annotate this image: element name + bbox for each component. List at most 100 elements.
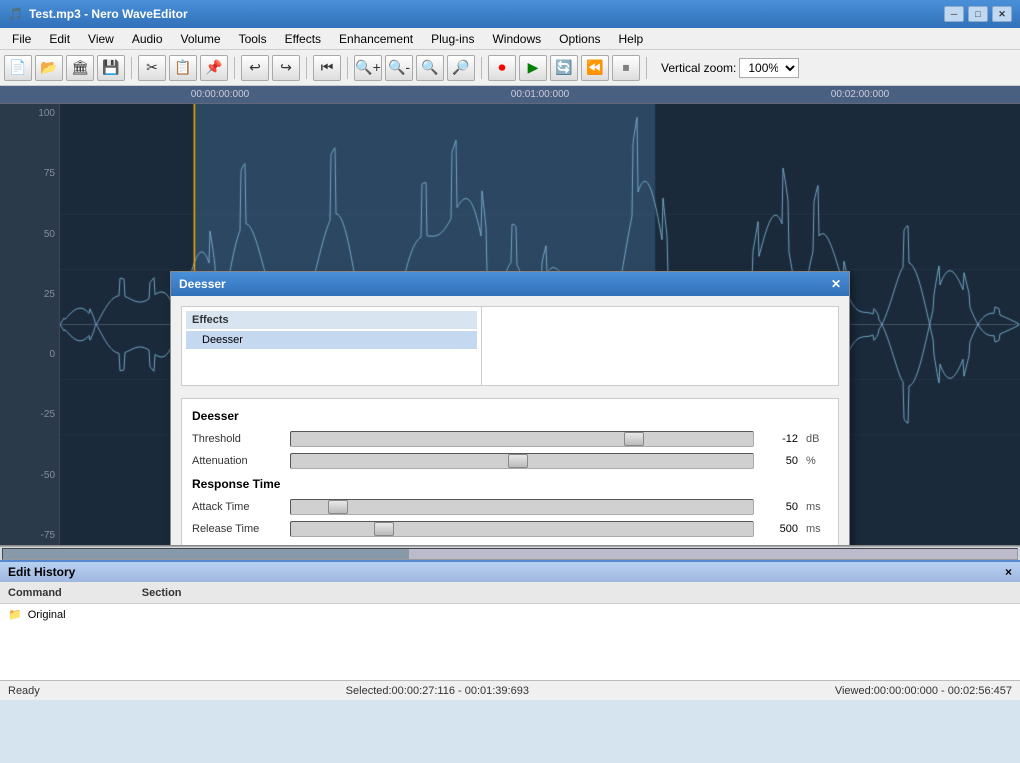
attenuation-row: Attenuation 50 % [192,453,828,469]
app-icon: 🎵 [8,7,23,21]
menu-audio[interactable]: Audio [124,30,171,48]
y-label-100: 100 [4,108,55,119]
dialog-title: Deesser [179,277,226,291]
threshold-thumb[interactable] [624,432,644,446]
y-label-n25: -25 [4,409,55,420]
status-selection: Selected:00:00:27:116 - 00:01:39:693 [346,685,529,697]
menu-plugins[interactable]: Plug-ins [423,30,482,48]
menu-volume[interactable]: Volume [173,30,229,48]
waveform-container[interactable]: 00:00:00:000 00:01:00:000 00:02:00:000 1… [0,86,1020,546]
effects-list-area: Effects Deesser [181,306,839,386]
effects-header: Effects [186,311,477,329]
toolbar-separator-4 [347,57,348,79]
paste-button[interactable]: 📌 [200,55,228,81]
history-button[interactable]: 🏛 [66,55,94,81]
dialog-close-icon[interactable]: ✕ [831,277,841,291]
close-button[interactable]: ✕ [992,6,1012,22]
zoom-all-button[interactable]: 🔎 [447,55,475,81]
attenuation-thumb[interactable] [508,454,528,468]
response-time-title: Response Time [192,477,828,491]
menu-options[interactable]: Options [551,30,608,48]
play-button[interactable]: ▶ [519,55,547,81]
zoom-label: Vertical zoom: [661,61,736,75]
zoom-sel-button[interactable]: 🔍 [416,55,444,81]
threshold-label: Threshold [192,433,282,445]
zoom-in-button[interactable]: 🔍+ [354,55,382,81]
history-row-original[interactable]: 📁 Original [8,606,1012,623]
zoom-out-button[interactable]: 🔍- [385,55,413,81]
menu-view[interactable]: View [80,30,122,48]
stop-button[interactable]: ⏹ [612,55,640,81]
window-controls: ─ □ ✕ [944,6,1012,22]
threshold-row: Threshold -12 dB [192,431,828,447]
attack-label: Attack Time [192,501,282,513]
time-mark-0: 00:00:00:000 [60,89,380,100]
titlebar: 🎵 Test.mp3 - Nero WaveEditor ─ □ ✕ [0,0,1020,28]
record-button[interactable]: ⏺ [488,55,516,81]
attenuation-unit: % [806,455,828,467]
attack-row: Attack Time 50 ms [192,499,828,515]
scrollbar-track[interactable] [2,548,1018,560]
menubar: File Edit View Audio Volume Tools Effect… [0,28,1020,50]
maximize-button[interactable]: □ [968,6,988,22]
cut-button[interactable]: ✂ [138,55,166,81]
edit-history-title: Edit History [8,565,75,579]
effects-list: Effects Deesser [182,307,482,385]
time-mark-2: 00:02:00:000 [700,89,1020,100]
redo-button[interactable]: ↪ [272,55,300,81]
col-section: Section [142,587,182,599]
effects-item-deesser[interactable]: Deesser [186,331,477,349]
history-row-icon: 📁 [8,608,22,621]
attack-slider[interactable] [290,499,754,515]
edit-history-rows: 📁 Original [0,604,1020,680]
attenuation-label: Attenuation [192,455,282,467]
deesser-title: Deesser [192,409,828,423]
edit-history-panel: Edit History × Command Section 📁 Origina… [0,560,1020,680]
edit-history-columns: Command Section [0,582,1020,604]
dialog-titlebar: Deesser ✕ [171,272,849,296]
threshold-value: -12 [762,433,798,445]
open-button[interactable]: 📂 [35,55,63,81]
horizontal-scrollbar[interactable] [0,546,1020,560]
new-button[interactable]: 📄 [4,55,32,81]
menu-edit[interactable]: Edit [41,30,78,48]
minimize-button[interactable]: ─ [944,6,964,22]
status-ready: Ready [8,685,40,697]
undo-button[interactable]: ↩ [241,55,269,81]
release-thumb[interactable] [374,522,394,536]
y-label-25: 25 [4,289,55,300]
loop-button[interactable]: 🔄 [550,55,578,81]
col-command: Command [8,587,62,599]
copy-button[interactable]: 📋 [169,55,197,81]
y-axis: 100 75 50 25 0 -25 -50 -75 [0,104,60,545]
attenuation-slider[interactable] [290,453,754,469]
menu-enhancement[interactable]: Enhancement [331,30,421,48]
save-button[interactable]: 💾 [97,55,125,81]
release-row: Release Time 500 ms [192,521,828,537]
back-button[interactable]: ⏪ [581,55,609,81]
menu-help[interactable]: Help [611,30,652,48]
scrollbar-thumb[interactable] [3,549,409,559]
menu-tools[interactable]: Tools [231,30,275,48]
zoom-select[interactable]: 100% 50% 200% [739,58,799,78]
attack-thumb[interactable] [328,500,348,514]
release-value: 500 [762,523,798,535]
threshold-slider[interactable] [290,431,754,447]
timebar: 00:00:00:000 00:01:00:000 00:02:00:000 [0,86,1020,104]
attenuation-value: 50 [762,455,798,467]
history-row-command: Original [28,609,66,621]
goto-start-button[interactable]: ⏮ [313,55,341,81]
y-label-50: 50 [4,229,55,240]
menu-effects[interactable]: Effects [277,30,329,48]
deesser-dialog: Deesser ✕ Effects Deesser Deesser Thresh… [170,271,850,546]
release-slider[interactable] [290,521,754,537]
menu-file[interactable]: File [4,30,39,48]
y-label-0: 0 [4,349,55,360]
app-title: 🎵 Test.mp3 - Nero WaveEditor [8,7,188,21]
edit-history-close[interactable]: × [1005,565,1012,579]
status-viewed: Viewed:00:00:00:000 - 00:02:56:457 [835,685,1012,697]
menu-windows[interactable]: Windows [484,30,549,48]
dialog-body: Effects Deesser Deesser Threshold -12 dB [171,296,849,546]
edit-history-header: Edit History × [0,562,1020,582]
time-mark-1: 00:01:00:000 [380,89,700,100]
